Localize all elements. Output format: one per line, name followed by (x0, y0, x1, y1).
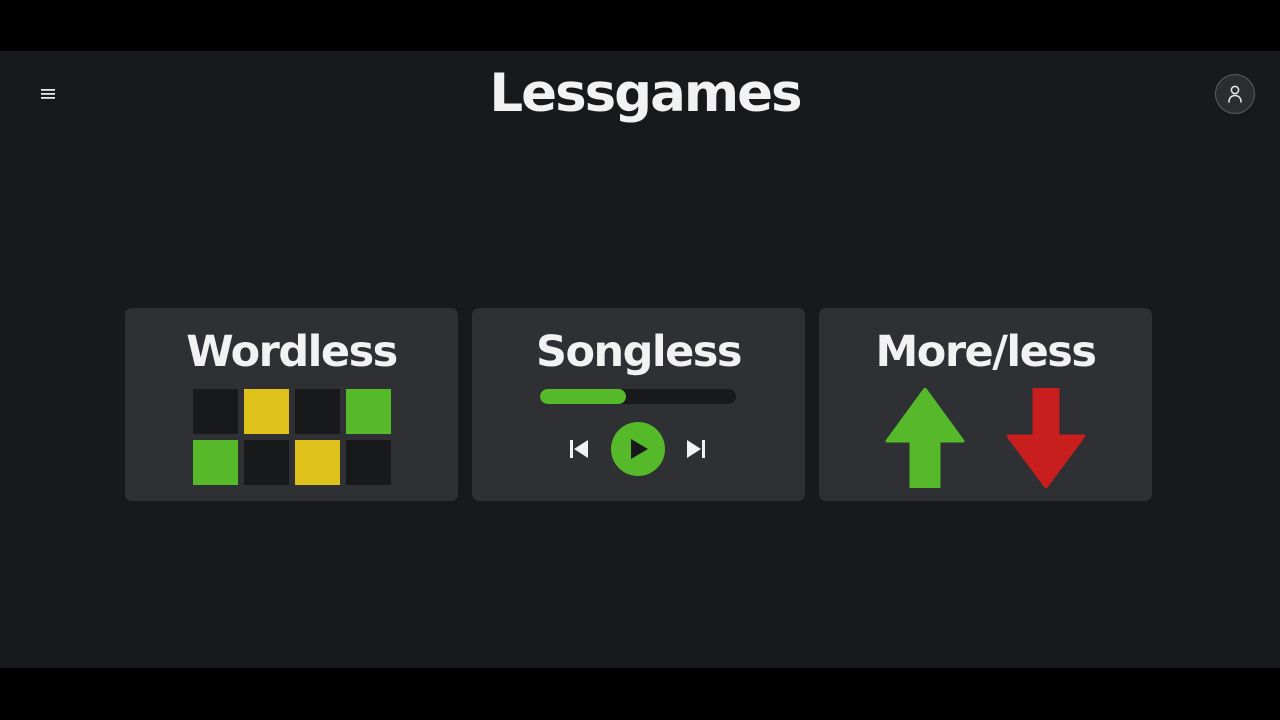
songless-game-card[interactable]: Songless (472, 308, 805, 501)
card-title-songless: Songless (536, 327, 743, 377)
wordless-tile (244, 440, 289, 485)
card-title-wordless: Wordless (186, 327, 398, 377)
user-icon (1228, 85, 1242, 103)
wordless-tile (193, 440, 238, 485)
profile-button[interactable] (1215, 74, 1255, 114)
wordless-tile (295, 440, 340, 485)
letterbox-bottom (0, 668, 1280, 720)
skip-back-button[interactable] (568, 438, 590, 460)
song-progress-bar (540, 389, 736, 404)
letterbox-top (0, 0, 1280, 51)
play-icon (631, 439, 648, 459)
wordless-tile (193, 389, 238, 434)
moreless-game-card[interactable]: More/less (819, 308, 1152, 501)
app-title: Lessgames (489, 63, 802, 124)
card-title-moreless: More/less (875, 327, 1098, 377)
wordless-tile (346, 389, 391, 434)
wordless-tile (346, 440, 391, 485)
wordless-tile-grid (193, 389, 391, 485)
song-progress-fill (540, 389, 627, 404)
wordless-tile (244, 389, 289, 434)
skip-forward-icon (687, 440, 705, 458)
wordless-tile (295, 389, 340, 434)
play-button[interactable] (611, 422, 665, 476)
app-screen: Lessgames Wordless Songless More/less (0, 51, 1280, 668)
wordless-game-card[interactable]: Wordless (125, 308, 458, 501)
arrow-up-icon (885, 388, 965, 488)
skip-back-icon (570, 440, 588, 458)
skip-forward-button[interactable] (685, 438, 707, 460)
arrow-down-icon (1006, 388, 1086, 488)
